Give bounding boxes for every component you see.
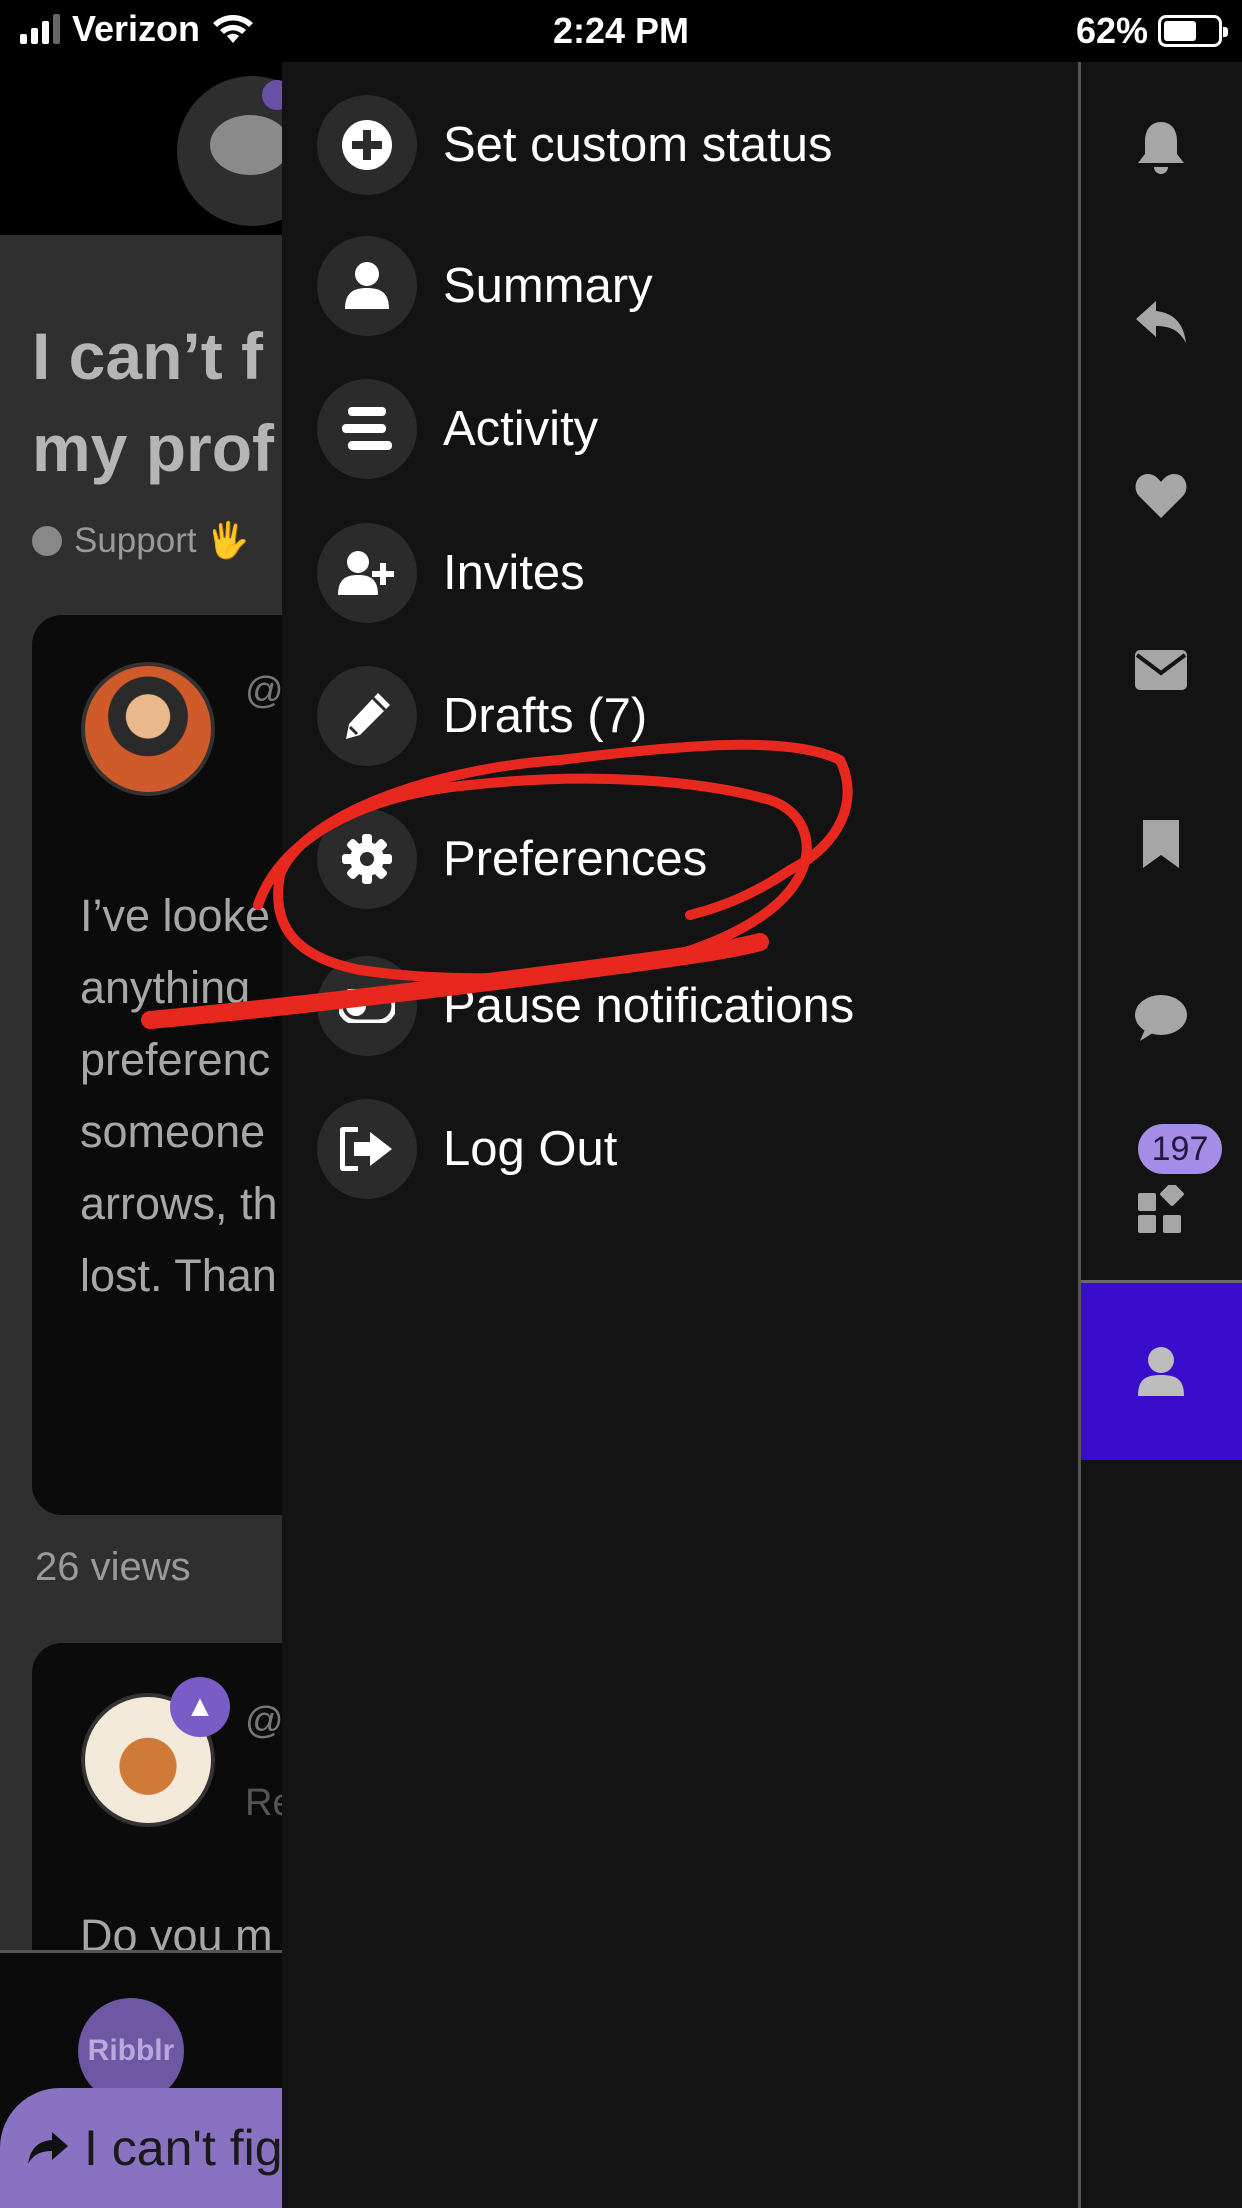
status-bar: Verizon 2:24 PM 62%	[0, 0, 1242, 62]
post-author-handle[interactable]: @	[245, 670, 282, 713]
quick-access-rail: 197	[1081, 62, 1242, 2208]
reply-icon[interactable]	[1121, 282, 1201, 362]
share-topic-button[interactable]: I can't fig	[0, 2088, 282, 2208]
menu-item-set-custom-status[interactable]: Set custom status	[317, 95, 832, 195]
menu-item-invites[interactable]: Invites	[317, 523, 585, 623]
bookmark-icon[interactable]	[1121, 804, 1201, 884]
menu-item-label: Invites	[443, 546, 585, 600]
menu-item-summary[interactable]: Summary	[317, 236, 653, 336]
stream-icon	[317, 379, 417, 479]
notification-count-badge: 197	[1138, 1124, 1222, 1174]
post-body-line: someone	[80, 1106, 266, 1157]
menu-item-log-out[interactable]: Log Out	[317, 1099, 617, 1199]
category-color-dot	[32, 525, 62, 556]
post-body-line: arrows, th	[80, 1178, 278, 1229]
menu-item-label: Preferences	[443, 832, 708, 886]
battery-percent: 62%	[1075, 10, 1148, 51]
heart-icon[interactable]	[1121, 456, 1201, 536]
post-body-line: anything	[80, 962, 251, 1013]
menu-item-preferences[interactable]: Preferences	[317, 809, 707, 909]
battery-icon	[1158, 15, 1228, 47]
user-plus-icon	[317, 523, 417, 623]
menu-item-label: Pause notifications	[443, 979, 855, 1033]
background-topic-page: I can’t f my prof Support 🖐 @ I’ve looke…	[0, 0, 282, 2208]
chat-bubble-icon[interactable]	[1121, 978, 1201, 1058]
post-body-line: lost. Than	[80, 1250, 277, 1301]
sign-out-icon	[317, 1099, 417, 1199]
envelope-icon[interactable]	[1121, 630, 1201, 710]
toggle-off-icon	[317, 956, 417, 1056]
hat-badge-icon: ▲	[170, 1677, 230, 1737]
menu-item-drafts[interactable]: Drafts (7)	[317, 666, 647, 766]
grid-icon[interactable]	[1121, 1170, 1201, 1250]
share-arrow-icon	[28, 2132, 68, 2164]
user-icon[interactable]	[1121, 1332, 1201, 1412]
post-body-line: I’ve looke	[80, 890, 271, 941]
post-author-avatar[interactable]	[81, 662, 215, 796]
pencil-icon	[317, 666, 417, 766]
menu-item-label: Summary	[443, 259, 653, 313]
chat-bubble-logo-icon	[210, 115, 282, 175]
menu-item-label: Activity	[443, 402, 599, 456]
menu-item-activity[interactable]: Activity	[317, 379, 598, 479]
plus-circle-icon	[317, 95, 417, 195]
topic-category[interactable]: Support 🖐	[32, 520, 250, 561]
post-body: I’ve looke anything preferenc someone arrows…	[80, 880, 278, 1312]
post-body-line: preferenc	[80, 1034, 271, 1085]
reply-meta: Re	[245, 1782, 282, 1824]
user-icon	[317, 236, 417, 336]
reply-author-handle[interactable]: @	[245, 1700, 282, 1743]
topic-title: I can’t f my prof	[32, 319, 275, 485]
bell-icon[interactable]	[1121, 108, 1201, 188]
menu-item-label: Log Out	[443, 1122, 618, 1176]
menu-item-label: Drafts (7)	[443, 689, 648, 743]
view-count: 26 views	[35, 1545, 191, 1589]
user-menu-panel: Set custom status Summary Activity Invit…	[282, 62, 1078, 2208]
gear-icon	[317, 809, 417, 909]
menu-item-pause-notifications[interactable]: Pause notifications	[317, 956, 854, 1056]
menu-item-label: Set custom status	[443, 118, 833, 172]
clock: 2:24 PM	[552, 10, 690, 51]
battery-fill	[1164, 21, 1197, 41]
